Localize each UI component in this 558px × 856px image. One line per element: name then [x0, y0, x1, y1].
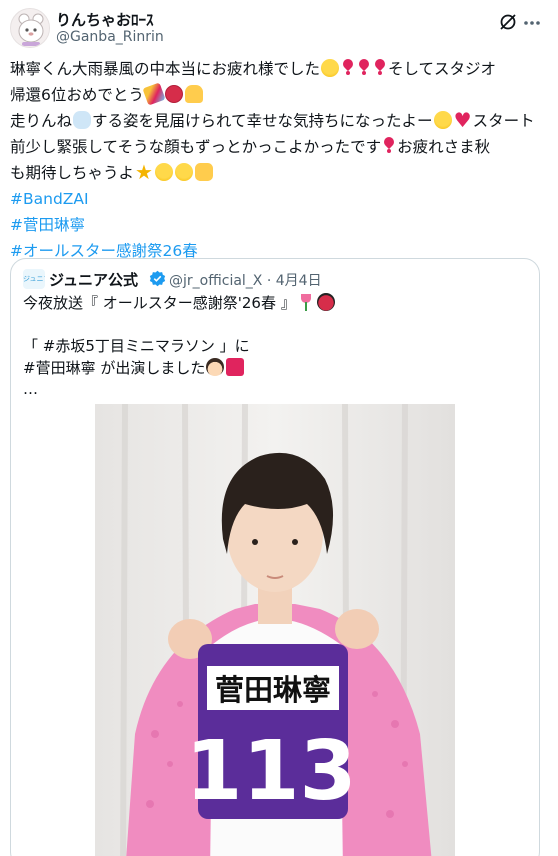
quoted-photo[interactable]: 菅田琳寧 113 [95, 404, 455, 856]
quoted-text-segment: #菅田琳寧 [23, 358, 96, 377]
heart-exclamation-emoji-icon [373, 59, 387, 77]
meta-separator: · [266, 273, 272, 289]
user-handle[interactable]: @Ganba_Rinrin [56, 29, 164, 45]
raised-fist-emoji-icon [195, 163, 214, 181]
red-heart-emoji-icon [454, 108, 472, 133]
heart-exclamation-emoji-icon [357, 59, 371, 77]
heart-exclamation-emoji-icon [382, 137, 396, 155]
tweet-line-3: 走りんね する姿を見届けられて幸せな気持ちになったよー スタート [10, 108, 548, 134]
tweet-header: りんちゃおﾛｰｽ @Ganba_Rinrin [10, 8, 548, 48]
more-button[interactable] [520, 10, 544, 34]
display-name[interactable]: りんちゃおﾛｰｽ [56, 9, 154, 30]
avatar[interactable] [10, 8, 50, 48]
tweet-text-segment: そしてスタジオ [388, 60, 497, 78]
tweet-text-segment: スタート [472, 112, 535, 130]
tweet-text-segment: 琳寧くん大雨暴風の中本当にお疲れ様でした [10, 60, 321, 78]
quoted-meta: @jr_official_X · 4月4日 [169, 270, 322, 290]
tweet-text: 琳寧くん大雨暴風の中本当にお疲れ様でした そしてスタジオ 帰還6位おめでとう 走り… [10, 56, 548, 264]
quoted-line-3: 「 #赤坂5丁目ミニマラソン 」に [23, 337, 250, 355]
hashtag-line: #BandZAI [10, 186, 548, 212]
grok-icon [500, 14, 516, 30]
heart-with-ribbon-emoji-icon [226, 357, 245, 376]
tweet-line-5: も期待しちゃうよ [10, 160, 548, 186]
tweet-line-1: 琳寧くん大雨暴風の中本当にお疲れ様でした そしてスタジオ [10, 56, 548, 82]
quoted-date[interactable]: 4月4日 [276, 273, 322, 289]
tweet-line-4: 前少し緊張してそうな顔もずっとかっこよかったです お疲れさま秋 [10, 134, 548, 160]
verified-badge-icon [149, 270, 166, 287]
bib-number-text: 113 [185, 724, 356, 819]
hashtag-link[interactable]: #BandZAI [10, 190, 89, 208]
quoted-avatar[interactable]: ジュニア [23, 269, 45, 289]
hashtag-line: #菅田琳寧 [10, 212, 548, 238]
raising-hands-emoji-icon [184, 85, 203, 103]
more-icon [524, 21, 540, 25]
party-popper-emoji-icon [142, 82, 166, 106]
relieved-face-emoji-icon [433, 111, 452, 129]
avatar-illustration [11, 9, 49, 47]
heart-eyes-emoji-icon [155, 163, 174, 181]
photo-illustration: 菅田琳寧 113 [95, 404, 455, 856]
grinning-face-emoji-icon [175, 163, 194, 181]
quoted-text-segment: 今夜放送『 オールスター感謝祭'26春 』 [23, 294, 296, 312]
tweet-text-segment: 前少し緊張してそうな顔もずっとかっこよかったです [10, 138, 382, 156]
quoted-tweet-card[interactable]: ジュニア ジュニア公式 @jr_official_X · 4月4日 今夜放送『 … [10, 258, 540, 856]
tweet-line-2: 帰還6位おめでとう [10, 82, 548, 108]
lady-beetle-emoji-icon [316, 293, 335, 311]
bib-name-text: 菅田琳寧 [215, 673, 331, 707]
quoted-tweet-text: 今夜放送『 オールスター感謝祭'26春 』 「 #赤坂5丁目ミニマラソン 」に … [23, 293, 523, 401]
heart-eyes-emoji-icon [321, 59, 340, 77]
iwai-celebration-emoji-icon [164, 85, 183, 103]
star-emoji-icon [135, 160, 153, 185]
grok-button[interactable] [496, 10, 520, 34]
heart-exclamation-emoji-icon [341, 59, 355, 77]
quoted-line-5: … [23, 380, 38, 398]
quoted-line-4: #菅田琳寧 が出演しました [23, 357, 523, 380]
tulip-emoji-icon [297, 293, 315, 311]
boy-emoji-icon [206, 357, 225, 376]
tweet-text-segment: する姿を見届けられて幸せな気持ちになったよー [92, 112, 433, 130]
quoted-line-2 [23, 315, 523, 337]
quoted-handle[interactable]: @jr_official_X [169, 273, 262, 289]
quoted-text-segment: が出演しました [95, 358, 206, 377]
quoted-tweet-header: ジュニア ジュニア公式 @jr_official_X · 4月4日 [23, 269, 523, 289]
tweet-text-segment: お疲れさま秋 [397, 138, 491, 156]
tweet-text-segment: 走りんね [10, 112, 73, 130]
dash-emoji-icon [73, 111, 92, 129]
tweet-text-segment: 帰還6位おめでとう [10, 86, 144, 104]
quoted-display-name[interactable]: ジュニア公式 [49, 269, 138, 290]
tweet-text-segment: も期待しちゃうよ [10, 164, 135, 182]
quoted-line-1: 今夜放送『 オールスター感謝祭'26春 』 [23, 293, 523, 315]
hashtag-link[interactable]: #菅田琳寧 [10, 216, 85, 234]
